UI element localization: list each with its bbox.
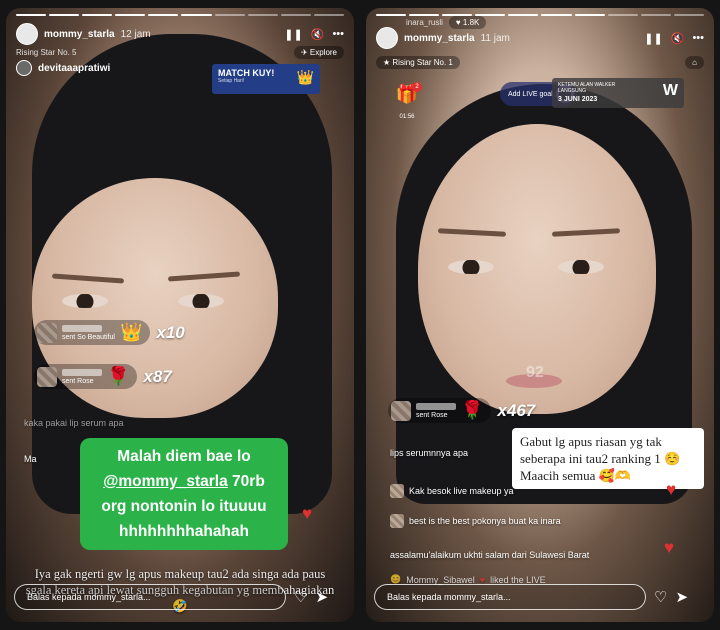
right-eye [178,294,224,308]
viewer-name: inara_rusli [406,18,443,27]
gift-count: x87 [143,366,172,386]
alan-walker-logo: W [662,82,678,99]
gift-row: sent So Beautiful 👑 x10 [34,320,185,345]
pause-icon[interactable]: ❚❚ [284,28,302,41]
live-comment: lips serumnnya apa [390,448,468,458]
mention-link[interactable]: @mommy_starla [103,473,228,490]
reply-bar: Balas kepada mommy_starla... ♡ ➤ [374,582,688,612]
comment-text: assalamu'alaikum ukhti salam dari Sulawe… [390,550,590,560]
explore-label: Explore [309,48,337,57]
gift-text: sent Rose [62,377,94,385]
host-name: devitaaapratiwi [38,62,111,74]
heart-icon: ♥ [302,504,313,523]
live-tag: Rising Star No. 1 [392,58,453,67]
story-time: 11 jam [480,32,510,44]
mute-icon[interactable]: 🔇 [671,32,685,45]
story-username[interactable]: mommy_starla [404,33,475,44]
live-comment: best is the best pokonya buat ka inara [390,514,561,528]
left-eye [448,260,494,274]
sticker-line: Malah diem bae lo [117,448,251,465]
gift-pill: sent Rose 🌹 [388,398,492,423]
viewer-row: inara_rusli ♥ 1.8K [406,16,704,29]
more-icon[interactable]: ••• [692,32,704,44]
gift-avatar [37,322,57,343]
left-eye [62,294,108,308]
home-icon[interactable]: ⌂ [685,56,704,69]
gift-count: x10 [156,322,185,342]
more-icon[interactable]: ••• [332,28,344,40]
heart-icon[interactable]: ♡ [294,590,307,605]
rising-star-pill[interactable]: ★ Rising Star No. 1 [376,56,460,69]
comment-avatar [390,484,404,498]
green-text-sticker: Malah diem bae lo @mommy_starla 70rb org… [80,438,288,550]
comment-text: best is the best pokonya buat ka inara [409,516,561,526]
gift-sender [62,368,102,376]
pause-icon[interactable]: ❚❚ [644,32,662,45]
banner-date: 3 JUNI 2023 [558,96,598,103]
gift-count: x467 [497,400,536,420]
story-time: 12 jam [120,28,151,40]
live-goal-label: Add LIVE goal [508,90,553,98]
gift-text: sent Rose [416,411,448,419]
alan-walker-banner[interactable]: KETEMU ALAN WALKER LANGSUNG 3 JUNI 2023 … [552,78,684,108]
gift-text: sent So Beautiful [62,333,115,341]
live-comment: Kak besok live makeup ya [390,484,514,498]
banner-line: LANGSUNG [558,88,587,94]
comment-text: lips serumnnya apa [390,448,469,458]
right-eye [558,260,604,274]
gift-box-badge: 2 [412,82,422,92]
rose-icon: 🌹 [107,366,130,386]
send-icon[interactable]: ➤ [675,590,688,605]
match-banner[interactable]: MATCH KUY! Setiap Hari! 👑 [212,64,320,94]
crown-gift-icon: 👑 [119,322,143,342]
live-comment: assalamu'alaikum ukhti salam dari Sulawe… [390,550,690,560]
avatar[interactable] [376,27,398,49]
gift-box[interactable]: 🎁 01:56 2 [394,82,422,120]
sticker-line: org nontonin lo ituuuu [101,498,267,515]
comment-avatar [390,514,404,528]
sticker-line: 70rb [232,473,265,490]
live-tag: Rising Star No. 5 [16,48,77,57]
live-comment: kaka pakai lip serum apa [24,418,124,428]
reply-input[interactable]: Balas kepada mommy_starla... [374,584,646,610]
mute-icon[interactable]: 🔇 [311,28,325,41]
gift-pill: sent So Beautiful 👑 [34,320,151,345]
story-progress [16,14,344,16]
crown-icon: 👑 [296,69,314,85]
live-comment: Ma [24,454,37,464]
story-panel-left[interactable]: mommy_starla 12 jam ❚❚ 🔇 ••• Rising Star… [6,8,354,622]
gift-avatar [37,366,57,387]
heart-icon: ♥ [664,538,675,557]
comment-text: kaka pakai lip serum apa [24,418,124,428]
send-icon[interactable]: ➤ [315,590,328,605]
story-username[interactable]: mommy_starla [44,29,115,40]
explore-pill[interactable]: ✈ Explore [293,46,344,59]
story-panel-right[interactable]: mommy_starla 11 jam ❚❚ 🔇 ••• inara_rusli… [366,8,714,622]
rose-icon: 🌹 [461,400,484,420]
story-header: mommy_starla 12 jam ❚❚ 🔇 ••• [16,22,344,46]
likes-count: 1.8K [462,18,480,27]
gift-row: sent Rose 🌹 x87 [34,364,172,389]
live-tag-row: Rising Star No. 5 ✈ Explore [16,46,344,59]
gift-sender [416,402,456,410]
comment-text: Ma [24,454,37,464]
sticker-line: hhhhhhhhahahah [118,523,249,540]
gift-avatar [391,400,411,421]
avatar[interactable] [16,23,38,45]
live-tag-row: ★ Rising Star No. 1 ⌂ [376,56,704,69]
comment-text: Kak besok live makeup ya [409,486,514,496]
heart-icon: ♥ [666,480,677,499]
likes-pill: ♥ 1.8K [448,16,487,29]
gift-box-time: 01:56 [399,114,415,120]
gift-sender [62,324,102,332]
gift-pill: sent Rose 🌹 [34,364,138,389]
gift-row: sent Rose 🌹 x467 [388,398,535,423]
heart-icon[interactable]: ♡ [654,590,667,605]
reply-input[interactable]: Balas kepada mommy_starla... [14,584,286,610]
faded-count: 92 [526,364,544,381]
reply-bar: Balas kepada mommy_starla... ♡ ➤ [14,582,328,612]
host-avatar [16,60,32,76]
story-header: mommy_starla 11 jam ❚❚ 🔇 ••• [376,26,704,50]
